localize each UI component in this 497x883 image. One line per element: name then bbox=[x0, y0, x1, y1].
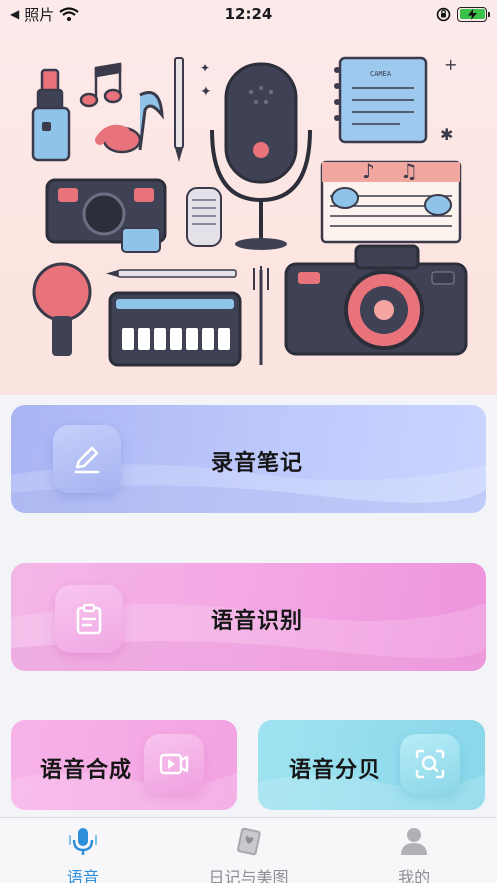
back-to-app[interactable]: ◀ 照片 bbox=[10, 4, 79, 25]
scan-icon-tile bbox=[400, 734, 460, 794]
video-icon-tile bbox=[144, 734, 204, 794]
speech-synthesis-label: 语音合成 bbox=[40, 758, 133, 783]
tab-profile[interactable]: 我的 bbox=[331, 818, 497, 883]
status-bar: ◀ 照片 12:24 bbox=[0, 0, 497, 28]
pencil-edit-icon bbox=[74, 446, 100, 474]
fork-icon bbox=[253, 266, 269, 365]
svg-text:✱: ✱ bbox=[440, 125, 453, 144]
scan-search-icon bbox=[415, 749, 445, 779]
music-note-icon bbox=[79, 62, 123, 108]
hero-illustration: ✦ ✦ CAMEA + ✱ ♪ ♫ bbox=[0, 0, 497, 395]
microphone-icon bbox=[210, 62, 312, 250]
tab-diary-label: 日记与美图 bbox=[208, 868, 289, 883]
svg-text:♪: ♪ bbox=[362, 159, 375, 183]
film-camera-icon bbox=[45, 178, 167, 253]
lipstick-icon bbox=[31, 68, 71, 162]
wifi-icon bbox=[59, 7, 79, 21]
charging-bolt-icon bbox=[467, 8, 477, 20]
tab-bar: 语音 日记与美图 我的 bbox=[0, 817, 497, 883]
tab-voice-label: 语音 bbox=[66, 868, 99, 883]
tab-profile-label: 我的 bbox=[398, 868, 431, 883]
clipboard-icon bbox=[76, 603, 102, 635]
edit-icon-tile bbox=[53, 425, 121, 493]
speech-recognition-label: 语音识别 bbox=[211, 609, 304, 634]
record-notes-card[interactable]: 录音笔记 bbox=[11, 405, 486, 513]
tab-voice[interactable]: 语音 bbox=[0, 818, 166, 883]
camera-icon bbox=[284, 244, 468, 356]
microphone-small-icon bbox=[186, 187, 222, 247]
keyboard-icon bbox=[108, 291, 242, 367]
record-notes-label: 录音笔记 bbox=[211, 451, 304, 476]
diary-icon bbox=[232, 825, 266, 857]
speech-synthesis-card[interactable]: 语音合成 bbox=[11, 720, 237, 810]
orientation-lock-icon bbox=[436, 7, 451, 21]
music-gear-illustration: ✦ ✦ CAMEA + ✱ ♪ ♫ bbox=[31, 55, 468, 367]
svg-text:✦: ✦ bbox=[200, 84, 212, 100]
svg-text:♫: ♫ bbox=[400, 159, 418, 183]
notepad-label: CAMEA bbox=[370, 70, 392, 78]
battery-icon bbox=[457, 6, 490, 22]
microphone-icon bbox=[66, 825, 100, 857]
back-arrow-icon: ◀ bbox=[10, 7, 20, 21]
notepad-icon: CAMEA bbox=[334, 56, 428, 144]
decibel-label: 语音分贝 bbox=[289, 758, 382, 783]
tab-diary[interactable]: 日记与美图 bbox=[166, 818, 332, 883]
svg-text:✦: ✦ bbox=[200, 61, 210, 75]
sheet-music-icon: ♪ ♫ bbox=[320, 159, 462, 244]
speech-recognition-card[interactable]: 语音识别 bbox=[11, 563, 486, 671]
svg-text:+: + bbox=[444, 55, 457, 74]
handheld-mic-icon bbox=[32, 262, 92, 356]
back-app-label: 照片 bbox=[24, 5, 55, 24]
video-play-icon bbox=[159, 753, 189, 775]
long-pencil-icon bbox=[106, 269, 237, 278]
clipboard-icon-tile bbox=[55, 585, 123, 653]
decibel-card[interactable]: 语音分贝 bbox=[258, 720, 485, 810]
user-icon bbox=[397, 825, 431, 857]
pencil-icon bbox=[174, 57, 184, 162]
